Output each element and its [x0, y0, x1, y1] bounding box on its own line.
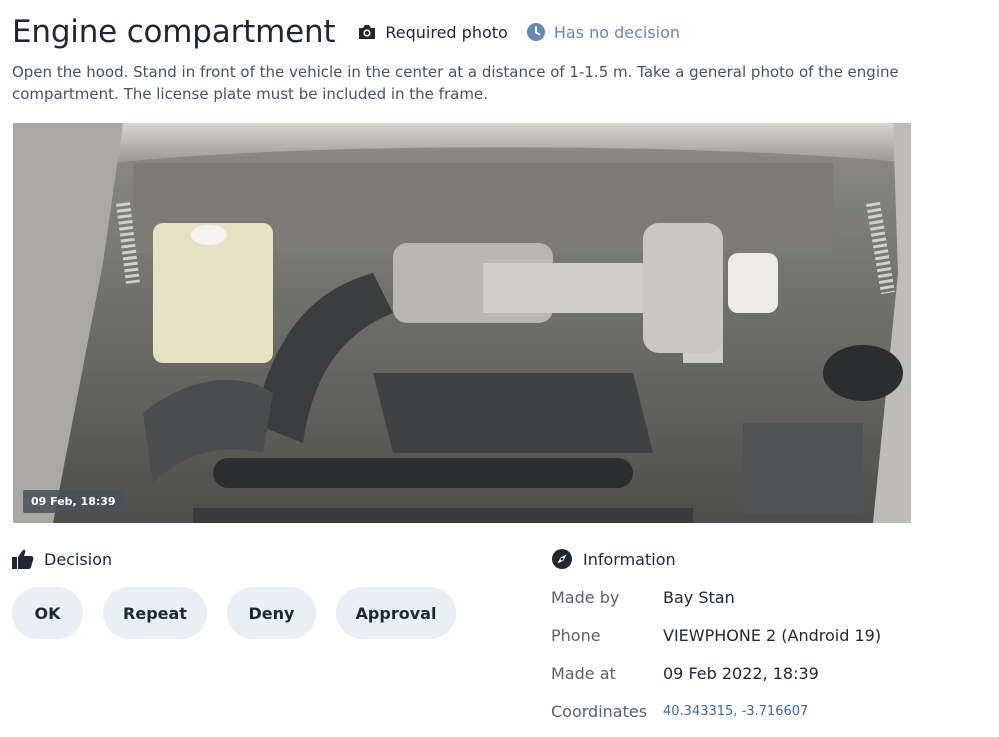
- info-row-phone: Phone VIEWPHONE 2 (Android 19): [551, 616, 991, 654]
- phone-value: VIEWPHONE 2 (Android 19): [663, 625, 882, 645]
- photo-timestamp: 09 Feb, 18:39: [23, 490, 124, 513]
- photo-header: Engine compartment Required photo Has no…: [12, 10, 680, 54]
- decision-heading-label: Decision: [44, 549, 113, 569]
- page-title: Engine compartment: [12, 14, 336, 50]
- repeat-button[interactable]: Repeat: [103, 587, 207, 639]
- info-row-coordinates: Coordinates 40.343315, -3.716607: [551, 692, 991, 730]
- made-by-label: Made by: [551, 587, 620, 607]
- info-row-made-by: Made by Bay Stan: [551, 578, 991, 616]
- deny-button[interactable]: Deny: [227, 587, 316, 639]
- information-heading: Information: [551, 548, 991, 570]
- engine-photo[interactable]: 09 Feb, 18:39: [13, 123, 911, 523]
- ok-button[interactable]: OK: [12, 587, 83, 639]
- made-by-value: Bay Stan: [663, 587, 735, 607]
- phone-label: Phone: [551, 625, 601, 645]
- info-row-made-at: Made at 09 Feb 2022, 18:39: [551, 654, 991, 692]
- photo-instructions: Open the hood. Stand in front of the veh…: [12, 63, 899, 103]
- required-photo-badge: Required photo: [357, 22, 508, 42]
- clock-icon: [526, 22, 546, 42]
- information-heading-label: Information: [583, 549, 676, 569]
- approval-button[interactable]: Approval: [336, 587, 456, 639]
- engine-photo-image: [13, 123, 911, 523]
- information-rows: Made by Bay Stan Phone VIEWPHONE 2 (Andr…: [551, 578, 991, 730]
- required-photo-label: Required photo: [385, 22, 508, 42]
- coordinates-label: Coordinates: [551, 701, 648, 721]
- thumbs-up-icon: [12, 548, 34, 570]
- compass-icon: [551, 548, 573, 570]
- coordinates-link[interactable]: 40.343315, -3.716607: [663, 704, 808, 719]
- made-at-value: 09 Feb 2022, 18:39: [663, 663, 819, 683]
- decision-status-label: Has no decision: [553, 22, 681, 42]
- decision-section: Decision OK Repeat Deny Approval: [12, 548, 476, 639]
- decision-buttons: OK Repeat Deny Approval: [12, 587, 476, 639]
- decision-heading: Decision: [12, 548, 476, 570]
- decision-status-badge: Has no decision: [526, 22, 680, 42]
- information-section: Information Made by Bay Stan Phone VIEWP…: [551, 548, 991, 730]
- made-at-label: Made at: [551, 663, 616, 683]
- camera-icon: [357, 22, 377, 42]
